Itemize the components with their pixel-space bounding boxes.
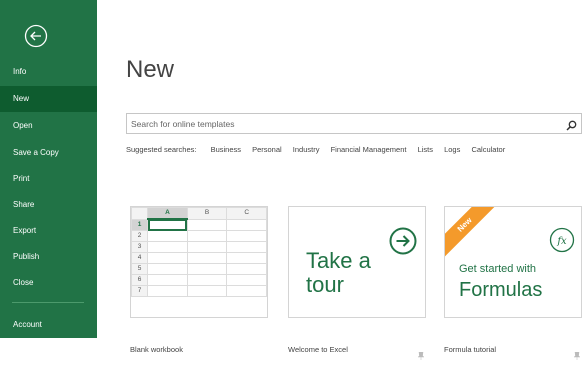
- column-header: C: [226, 207, 267, 220]
- sidebar-item-share[interactable]: Share: [0, 192, 97, 218]
- grid-cell: [147, 274, 188, 286]
- suggested-search-link[interactable]: Calculator: [471, 145, 505, 154]
- grid-cell: [226, 230, 267, 242]
- grid-cell: [226, 263, 267, 275]
- column-header: A: [147, 207, 188, 220]
- grid-cell: [147, 218, 188, 231]
- template-welcome-to-excel[interactable]: Take a tour: [288, 206, 426, 318]
- tour-text: Take a tour: [306, 249, 371, 297]
- new-badge: New: [445, 207, 499, 259]
- template-label-welcome-to-excel[interactable]: Welcome to Excel: [288, 345, 348, 354]
- formula-card-subtitle: Get started with: [459, 263, 537, 275]
- tour-text-line: Take a: [306, 248, 371, 273]
- svg-text:fx: fx: [556, 236, 567, 247]
- grid-cell: [186, 252, 228, 264]
- column-header: B: [186, 207, 228, 220]
- grid-cell: [186, 285, 228, 297]
- tour-text-line: tour: [306, 272, 344, 297]
- grid-cell: [226, 274, 267, 286]
- fx-icon: fx: [549, 227, 575, 253]
- sidebar-item-export[interactable]: Export: [0, 218, 97, 244]
- grid-cell: [186, 274, 228, 286]
- suggested-search-link[interactable]: Business: [211, 145, 241, 154]
- formula-card-title: Formulas: [459, 279, 543, 301]
- row-header: 2: [131, 230, 149, 242]
- pin-icon[interactable]: [573, 347, 581, 360]
- sidebar-item-account[interactable]: Account: [0, 312, 97, 338]
- grid-cell: [147, 252, 188, 264]
- suggested-searches-label: Suggested searches:: [126, 145, 197, 154]
- sidebar-item-print[interactable]: Print: [0, 166, 97, 192]
- grid-cell: [186, 241, 228, 253]
- grid-corner: [131, 207, 149, 220]
- template-blank-workbook[interactable]: A B C 1 2 3 4 5 6 7: [130, 206, 268, 318]
- grid-cell: [147, 241, 188, 253]
- suggested-search-link[interactable]: Lists: [418, 145, 433, 154]
- row-header: 7: [131, 285, 149, 297]
- sidebar-item-info[interactable]: Info: [0, 59, 97, 85]
- arrow-right-circle-icon: [389, 227, 417, 255]
- page-title: New: [126, 56, 175, 83]
- sidebar-item-new[interactable]: New: [0, 86, 97, 112]
- template-label-formula-tutorial[interactable]: Formula tutorial: [444, 345, 496, 354]
- sidebar-item-open[interactable]: Open: [0, 113, 97, 139]
- search-icon[interactable]: [566, 118, 577, 131]
- grid-cell: [147, 285, 188, 297]
- template-search-box[interactable]: [126, 113, 582, 134]
- suggested-search-link[interactable]: Industry: [293, 145, 320, 154]
- row-header: 3: [131, 241, 149, 253]
- sidebar-item-publish[interactable]: Publish: [0, 244, 97, 270]
- sidebar-divider: [12, 302, 84, 303]
- row-header: 5: [131, 263, 149, 275]
- grid-cell: [147, 230, 188, 242]
- grid-cell: [226, 218, 267, 231]
- grid-cell: [186, 263, 228, 275]
- row-header: 4: [131, 252, 149, 264]
- search-input[interactable]: [131, 116, 561, 131]
- grid-cell: [226, 285, 267, 297]
- grid-cell: [186, 218, 228, 231]
- grid-cell: [186, 230, 228, 242]
- grid-cell: [226, 252, 267, 264]
- grid-cell: [226, 241, 267, 253]
- backstage-sidebar: Info New Open Save a Copy Print Share Ex…: [0, 0, 97, 338]
- row-header: 1: [131, 218, 149, 231]
- suggested-search-link[interactable]: Logs: [444, 145, 460, 154]
- worksheet-preview: A B C 1 2 3 4 5 6 7: [131, 207, 267, 297]
- suggested-search-link[interactable]: Personal: [252, 145, 282, 154]
- grid-cell: [147, 263, 188, 275]
- back-arrow-icon[interactable]: [24, 24, 48, 48]
- pin-icon[interactable]: [417, 347, 425, 360]
- template-formula-tutorial[interactable]: New fx Get started with Formulas: [444, 206, 582, 318]
- template-label-blank-workbook[interactable]: Blank workbook: [130, 345, 183, 354]
- sidebar-item-save-a-copy[interactable]: Save a Copy: [0, 140, 97, 166]
- row-header: 6: [131, 274, 149, 286]
- sidebar-item-close[interactable]: Close: [0, 270, 97, 296]
- suggested-searches: Suggested searches: Business Personal In…: [126, 145, 514, 154]
- suggested-search-link[interactable]: Financial Management: [331, 145, 407, 154]
